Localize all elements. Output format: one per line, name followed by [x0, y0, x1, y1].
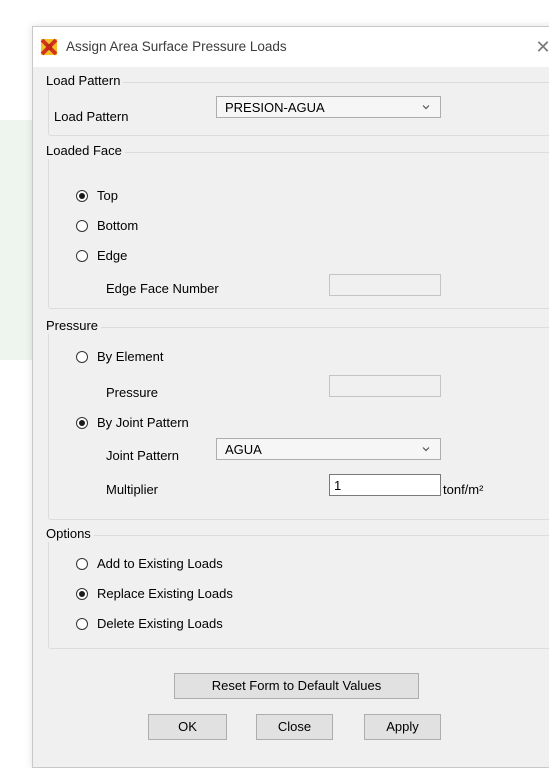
apply-label: Apply: [386, 719, 419, 734]
pressure-field[interactable]: [329, 375, 441, 397]
close-label: Close: [277, 719, 312, 734]
title-bar: Assign Area Surface Pressure Loads ✕: [33, 27, 549, 67]
radio-bottom[interactable]: [76, 220, 88, 232]
loaded-face-group-title: Loaded Face: [43, 143, 125, 159]
app-icon: [40, 38, 58, 56]
load-pattern-group: Load Pattern Load Pattern PRESION-AGUA: [43, 73, 549, 136]
load-pattern-group-title: Load Pattern: [43, 73, 124, 89]
radio-edge-label: Edge: [97, 248, 128, 263]
close-button[interactable]: Close: [256, 714, 333, 740]
joint-pattern-dropdown[interactable]: AGUA: [216, 438, 441, 460]
loaded-face-group: Loaded Face Top Bottom Edge Edge Face Nu…: [43, 143, 549, 309]
radio-selected-dot: [79, 420, 85, 426]
apply-button[interactable]: Apply: [364, 714, 441, 740]
radio-delete-existing[interactable]: [76, 618, 88, 630]
window-title: Assign Area Surface Pressure Loads: [66, 39, 287, 54]
radio-delete-existing-label: Delete Existing Loads: [97, 616, 223, 631]
radio-by-joint-pattern[interactable]: [76, 417, 88, 429]
multiplier-field[interactable]: [329, 474, 441, 496]
radio-by-joint-pattern-label: By Joint Pattern: [97, 415, 189, 430]
close-window-icon[interactable]: ✕: [529, 34, 549, 60]
multiplier-label: Multiplier: [106, 482, 159, 497]
edge-face-number-input[interactable]: [330, 275, 440, 295]
options-group-title: Options: [43, 526, 94, 542]
radio-add-existing-label: Add to Existing Loads: [97, 556, 223, 571]
radio-bottom-label: Bottom: [97, 218, 139, 233]
radio-selected-dot: [79, 193, 85, 199]
chevron-down-icon: [422, 105, 430, 110]
pressure-input[interactable]: [330, 376, 440, 396]
background-watermark: [0, 120, 34, 360]
radio-top-label: Top: [97, 188, 118, 203]
pressure-group: Pressure By Element Pressure By Joint Pa…: [43, 318, 549, 520]
joint-pattern-label: Joint Pattern: [106, 448, 179, 463]
options-group: Options Add to Existing Loads Replace Ex…: [43, 526, 549, 649]
radio-by-element-label: By Element: [97, 349, 164, 364]
radio-selected-dot: [79, 591, 85, 597]
pressure-label: Pressure: [106, 385, 159, 400]
ok-label: OK: [178, 719, 197, 734]
radio-add-existing[interactable]: [76, 558, 88, 570]
edge-face-number-field[interactable]: [329, 274, 441, 296]
edge-face-number-label: Edge Face Number: [106, 281, 219, 296]
reset-defaults-button[interactable]: Reset Form to Default Values: [174, 673, 419, 699]
joint-pattern-value: AGUA: [225, 442, 262, 457]
radio-replace-existing[interactable]: [76, 588, 88, 600]
radio-edge[interactable]: [76, 250, 88, 262]
radio-by-element[interactable]: [76, 351, 88, 363]
pressure-group-title: Pressure: [43, 318, 102, 334]
reset-defaults-label: Reset Form to Default Values: [211, 678, 382, 693]
load-pattern-dropdown[interactable]: PRESION-AGUA: [216, 96, 441, 118]
assign-pressure-dialog: Assign Area Surface Pressure Loads ✕ Loa…: [32, 26, 549, 768]
multiplier-input[interactable]: [330, 475, 440, 495]
radio-top[interactable]: [76, 190, 88, 202]
multiplier-unit: tonf/m²: [443, 482, 484, 497]
chevron-down-icon: [422, 447, 430, 452]
radio-replace-existing-label: Replace Existing Loads: [97, 586, 233, 601]
ok-button[interactable]: OK: [148, 714, 227, 740]
load-pattern-value: PRESION-AGUA: [225, 100, 325, 115]
load-pattern-label: Load Pattern: [54, 109, 129, 124]
